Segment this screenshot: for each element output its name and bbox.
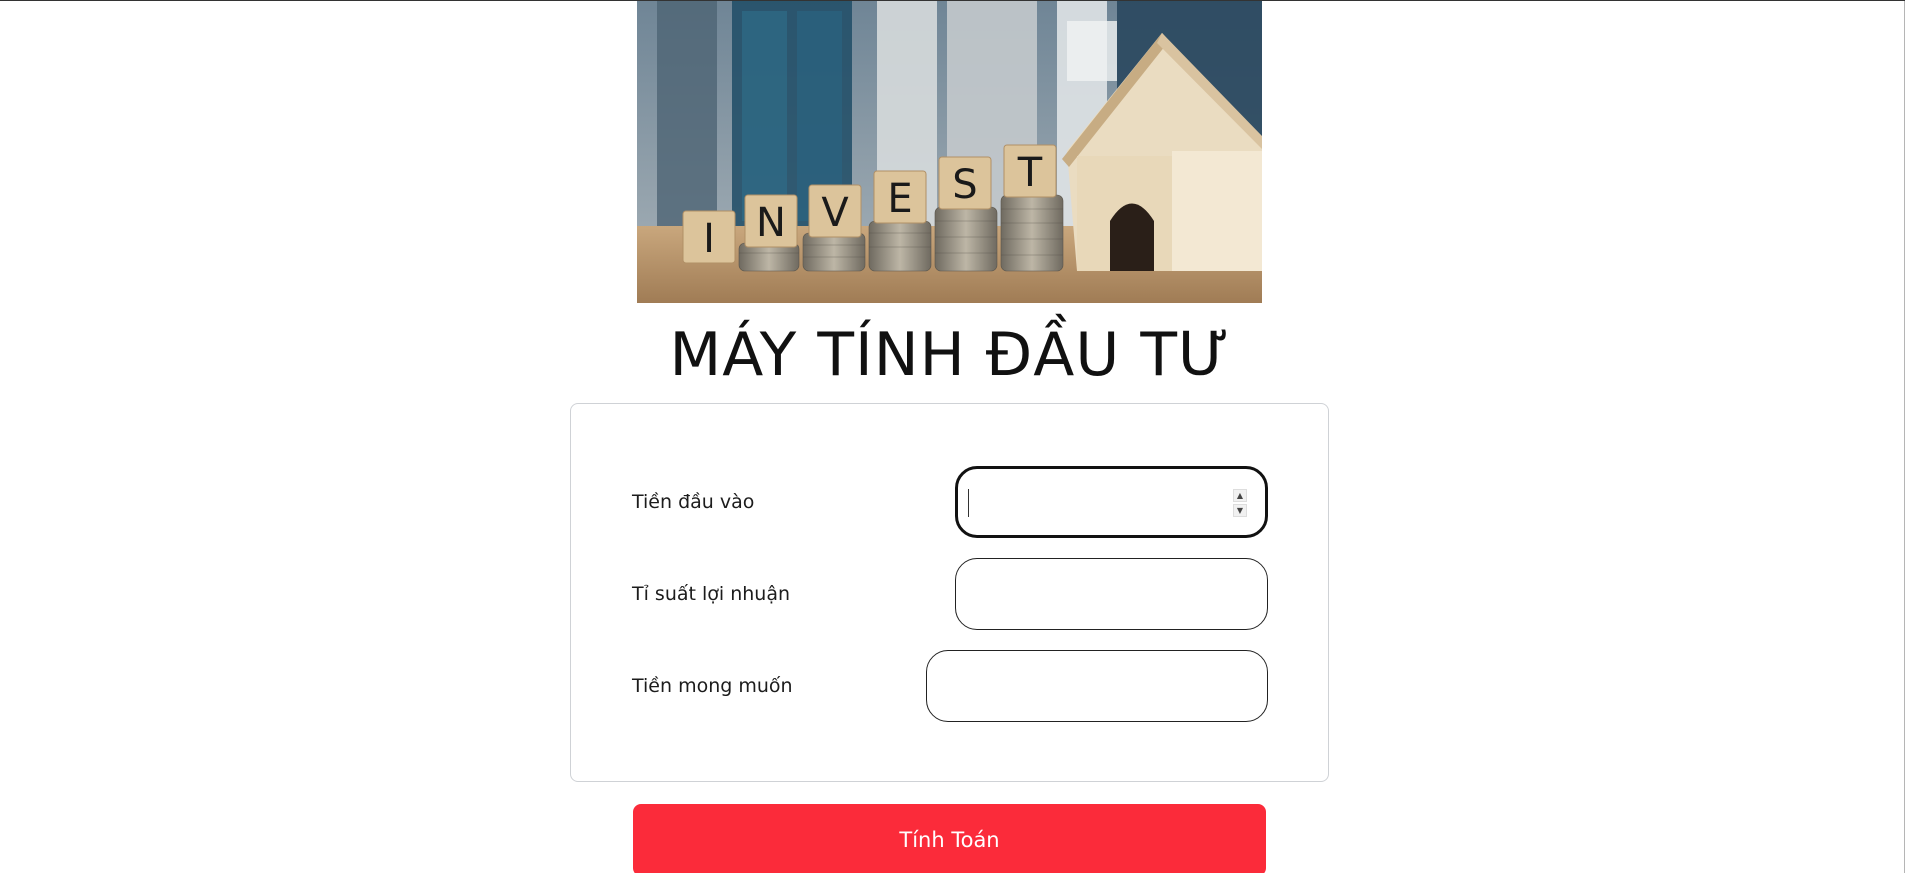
stepper-down-icon[interactable]: ▼ xyxy=(1233,504,1247,517)
number-stepper[interactable]: ▲ ▼ xyxy=(1233,489,1247,519)
tile-letter: V xyxy=(821,190,849,236)
initial-amount-label: Tiền đầu vào xyxy=(632,491,755,513)
tile-letter: E xyxy=(887,176,912,222)
page-title: MÁY TÍNH ĐẦU TƯ xyxy=(669,320,1231,390)
page: I N V E S T MÁY TÍNH ĐẦU TƯ Tiền đầu vào xyxy=(0,0,1905,873)
target-amount-label: Tiền mong muốn xyxy=(632,675,793,697)
initial-amount-input[interactable]: ▲ ▼ xyxy=(955,466,1268,538)
tile-letter: T xyxy=(1017,150,1043,196)
tile-letter: S xyxy=(952,162,977,208)
calculate-button[interactable]: Tính Toán xyxy=(633,804,1266,873)
form-row-rate: Tỉ suất lợi nhuận xyxy=(571,558,1328,630)
form-row-initial: Tiền đầu vào ▲ ▼ xyxy=(571,466,1328,538)
return-rate-input[interactable] xyxy=(955,558,1268,630)
form-row-target: Tiền mong muốn xyxy=(571,650,1328,722)
tile-letter: N xyxy=(756,200,786,246)
tile-letter: I xyxy=(703,216,715,262)
investment-form: Tiền đầu vào ▲ ▼ Tỉ suất lợi nhuận Tiền … xyxy=(570,403,1329,782)
return-rate-label: Tỉ suất lợi nhuận xyxy=(632,583,791,605)
target-amount-input[interactable] xyxy=(926,650,1268,722)
text-caret xyxy=(968,489,969,517)
hero-image: I N V E S T xyxy=(637,1,1262,303)
stepper-up-icon[interactable]: ▲ xyxy=(1233,489,1247,502)
